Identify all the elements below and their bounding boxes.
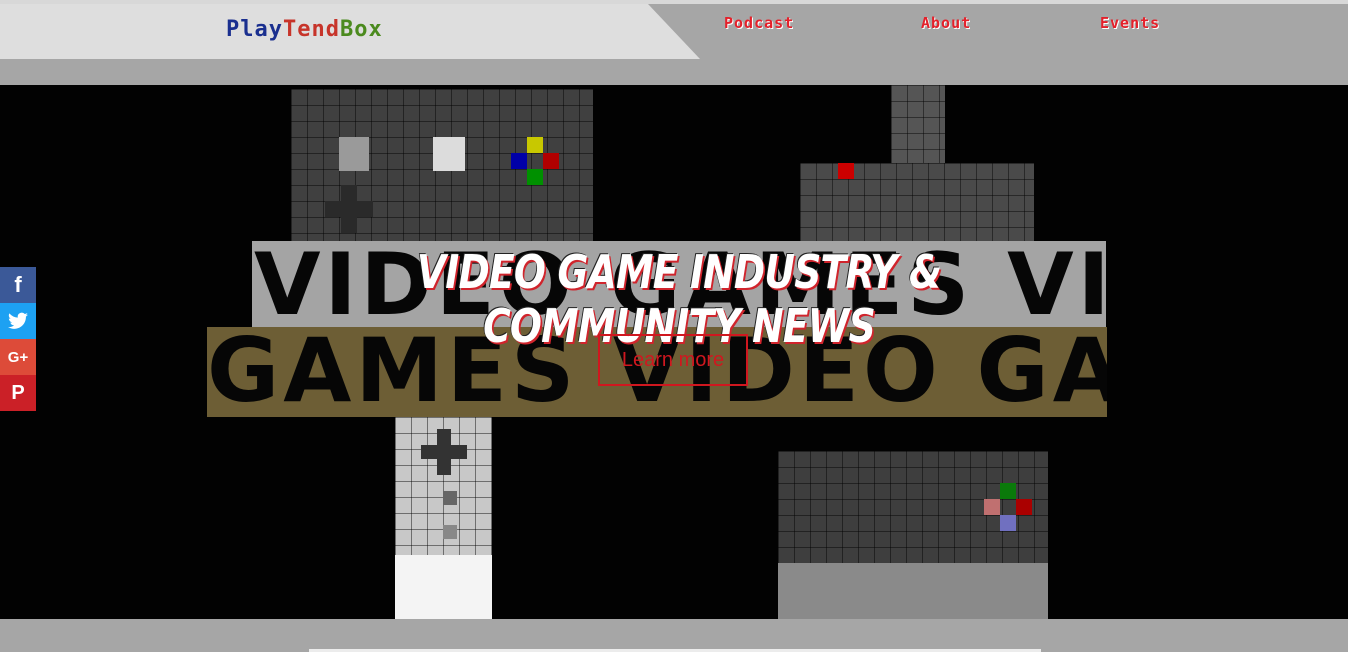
pinterest-icon[interactable]: P	[0, 375, 36, 411]
hero-banner: VIDEO GAMES VIDEO GAMES VIDEO GAMES VIDE…	[0, 85, 1348, 619]
site-logo[interactable]: PlayTendBox	[226, 17, 383, 42]
joystick-base-illustration	[800, 163, 1034, 253]
logo-part-box: Box	[339, 17, 383, 42]
nav-item-about[interactable]: About	[921, 14, 971, 32]
learn-more-button[interactable]: Learn more	[598, 334, 748, 386]
nav-item-events[interactable]: Events	[1100, 14, 1160, 32]
gamepad-illustration	[778, 451, 1048, 619]
social-share-bar: f G+ P	[0, 267, 36, 411]
twitter-icon[interactable]	[0, 303, 36, 339]
nav-item-podcast[interactable]: Podcast	[724, 14, 794, 32]
top-line	[0, 0, 1348, 4]
logo-part-play: Play	[226, 17, 283, 42]
logo-part-tend: Tend	[282, 17, 340, 42]
controller-illustration	[291, 89, 593, 249]
google-plus-icon[interactable]: G+	[0, 339, 36, 375]
remote-illustration	[395, 417, 492, 619]
facebook-icon[interactable]: f	[0, 267, 36, 303]
twitter-bird-icon	[8, 312, 28, 329]
